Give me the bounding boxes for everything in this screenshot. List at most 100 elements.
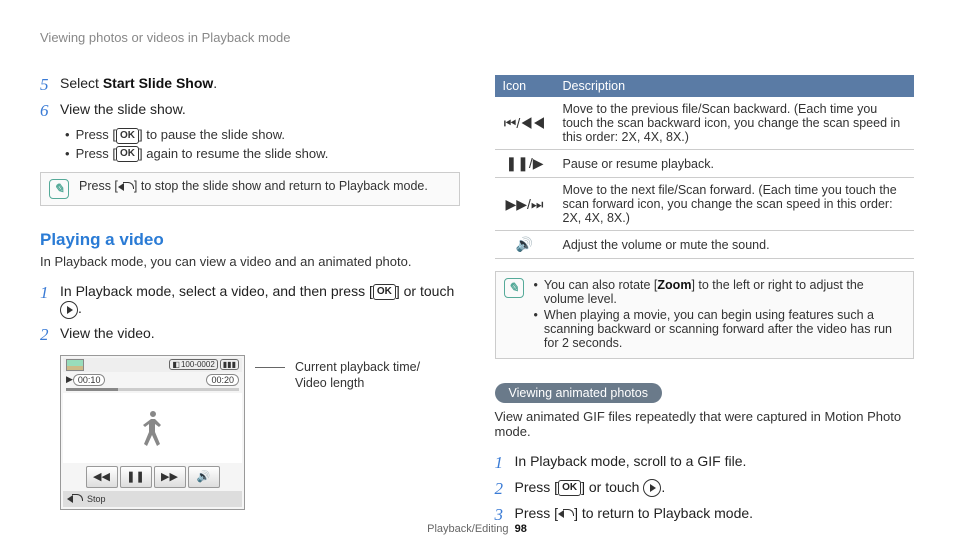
footer-section: Playback/Editing <box>427 523 508 535</box>
step-number: 5 <box>40 75 60 95</box>
pause-button[interactable]: ❚❚ <box>120 466 152 488</box>
step-6: 6 View the slide show. <box>40 101 460 121</box>
text: . <box>213 75 217 91</box>
text: Press [ <box>76 146 116 161</box>
step-number: 3 <box>495 505 515 525</box>
text: In Playback mode, select a video, and th… <box>60 283 373 299</box>
row-desc: Move to the next file/Scan forward. (Eac… <box>555 178 915 231</box>
pointer-label: Current playback time/ Video length <box>295 359 420 392</box>
text: You can also rotate [ <box>544 278 658 292</box>
th-icon: Icon <box>495 75 555 97</box>
breadcrumb-header: Viewing photos or videos in Playback mod… <box>40 30 914 45</box>
note-text: Press [ ] to stop the slide show and retu… <box>79 179 451 193</box>
text: ] to stop the slide show and return to P… <box>134 179 428 193</box>
back-icon <box>558 508 574 520</box>
text: . <box>78 300 82 316</box>
step-5: 5 Select Start Slide Show. <box>40 75 460 95</box>
table-row: ▶▶/⏭ Move to the next file/Scan forward.… <box>495 178 915 231</box>
bold-text: Zoom <box>657 278 691 292</box>
text: ] or touch <box>581 479 643 495</box>
text: Press [ <box>79 179 118 193</box>
ok-icon: OK <box>116 146 139 162</box>
dancer-silhouette <box>138 411 168 461</box>
video-illustration: ◧ 100-0002 ▮▮▮ ▶ 00:10 00:20 <box>60 355 460 510</box>
forward-button[interactable]: ▶▶ <box>154 466 186 488</box>
bullet: Press [OK] to pause the slide show. <box>65 127 460 144</box>
step-number: 6 <box>40 101 60 121</box>
anim-step-3: 3 Press [ ] to return to Playback mode. <box>495 505 915 525</box>
th-desc: Description <box>555 75 915 97</box>
pill-desc: View animated GIF files repeatedly that … <box>495 409 915 439</box>
row-icon: ⏮/◀◀ <box>495 97 555 150</box>
text: Press [ <box>515 479 559 495</box>
step-number: 2 <box>40 325 60 345</box>
play-step-2: 2 View the video. <box>40 325 460 345</box>
back-icon <box>118 181 134 193</box>
note-text: You can also rotate [Zoom] to the left o… <box>534 278 906 352</box>
play-step-1: 1 In Playback mode, select a video, and … <box>40 283 460 319</box>
step-text: Select Start Slide Show. <box>60 75 460 91</box>
row-icon: ▶▶/⏭ <box>495 178 555 231</box>
volume-button[interactable]: 🔊 <box>188 466 220 488</box>
video-frame: ◧ 100-0002 ▮▮▮ ▶ 00:10 00:20 <box>60 355 245 510</box>
current-time: 00:10 <box>73 374 106 386</box>
row-desc: Adjust the volume or mute the sound. <box>555 231 915 259</box>
total-time: 00:20 <box>206 374 239 386</box>
text: ] or touch <box>396 283 454 299</box>
table-row: 🔊 Adjust the volume or mute the sound. <box>495 231 915 259</box>
note-box-2: ✎ You can also rotate [Zoom] to the left… <box>495 271 915 359</box>
icon-description-table: Icon Description ⏮/◀◀ Move to the previo… <box>495 75 915 259</box>
control-bar: ◀◀ ❚❚ ▶▶ 🔊 <box>63 463 242 491</box>
section-desc: In Playback mode, you can view a video a… <box>40 254 460 269</box>
text: ] to return to Playback mode. <box>574 505 753 521</box>
play-icon <box>643 479 661 497</box>
step-number: 1 <box>40 283 60 303</box>
row-icon: 🔊 <box>495 231 555 259</box>
row-icon: ❚❚/▶ <box>495 150 555 178</box>
pointer-line <box>255 367 285 368</box>
page-footer: Playback/Editing 98 <box>0 523 954 535</box>
sub-bullets: Press [OK] to pause the slide show. Pres… <box>65 127 460 162</box>
thumb-icon <box>66 359 84 371</box>
play-icon <box>60 301 78 319</box>
row-desc: Pause or resume playback. <box>555 150 915 178</box>
right-column: Icon Description ⏮/◀◀ Move to the previo… <box>495 75 915 531</box>
rewind-button[interactable]: ◀◀ <box>86 466 118 488</box>
bold-text: Start Slide Show <box>103 75 213 91</box>
step-text: In Playback mode, scroll to a GIF file. <box>515 453 915 469</box>
back-icon <box>67 493 83 505</box>
table-row: ⏮/◀◀ Move to the previous file/Scan back… <box>495 97 915 150</box>
section-title: Playing a video <box>40 230 460 250</box>
bullet: Press [OK] again to resume the slide sho… <box>65 146 460 163</box>
left-column: 5 Select Start Slide Show. 6 View the sl… <box>40 75 460 531</box>
anim-step-1: 1 In Playback mode, scroll to a GIF file… <box>495 453 915 473</box>
table-row: ❚❚/▶ Pause or resume playback. <box>495 150 915 178</box>
res-badge: ◧ 100-0002 <box>169 359 217 370</box>
video-topbar: ◧ 100-0002 ▮▮▮ <box>63 358 242 372</box>
pill-heading: Viewing animated photos <box>495 383 662 403</box>
step-number: 1 <box>495 453 515 473</box>
step-text: Press [ ] to return to Playback mode. <box>515 505 915 521</box>
battery-icon: ▮▮▮ <box>220 359 239 370</box>
stop-row: Stop <box>63 491 242 507</box>
pointer <box>255 355 285 368</box>
text: Press [ <box>515 505 559 521</box>
row-desc: Move to the previous file/Scan backward.… <box>555 97 915 150</box>
step-text: View the slide show. <box>60 101 460 117</box>
text: ] to pause the slide show. <box>139 127 285 142</box>
ok-icon: OK <box>373 284 396 300</box>
step-text: Press [OK] or touch . <box>515 479 915 497</box>
step-text: In Playback mode, select a video, and th… <box>60 283 460 319</box>
text: Select <box>60 75 103 91</box>
note-box: ✎ Press [ ] to stop the slide show and re… <box>40 172 460 206</box>
text: Press [ <box>76 127 116 142</box>
progress-bar <box>66 388 239 391</box>
play-small-icon: ▶ <box>66 374 73 385</box>
step-text: View the video. <box>60 325 460 341</box>
footer-page: 98 <box>515 523 527 535</box>
note-icon: ✎ <box>504 278 524 298</box>
note-icon: ✎ <box>49 179 69 199</box>
video-canvas <box>63 393 242 463</box>
time-row: ▶ 00:10 00:20 <box>63 372 242 388</box>
text: When playing a movie, you can begin usin… <box>544 308 905 350</box>
